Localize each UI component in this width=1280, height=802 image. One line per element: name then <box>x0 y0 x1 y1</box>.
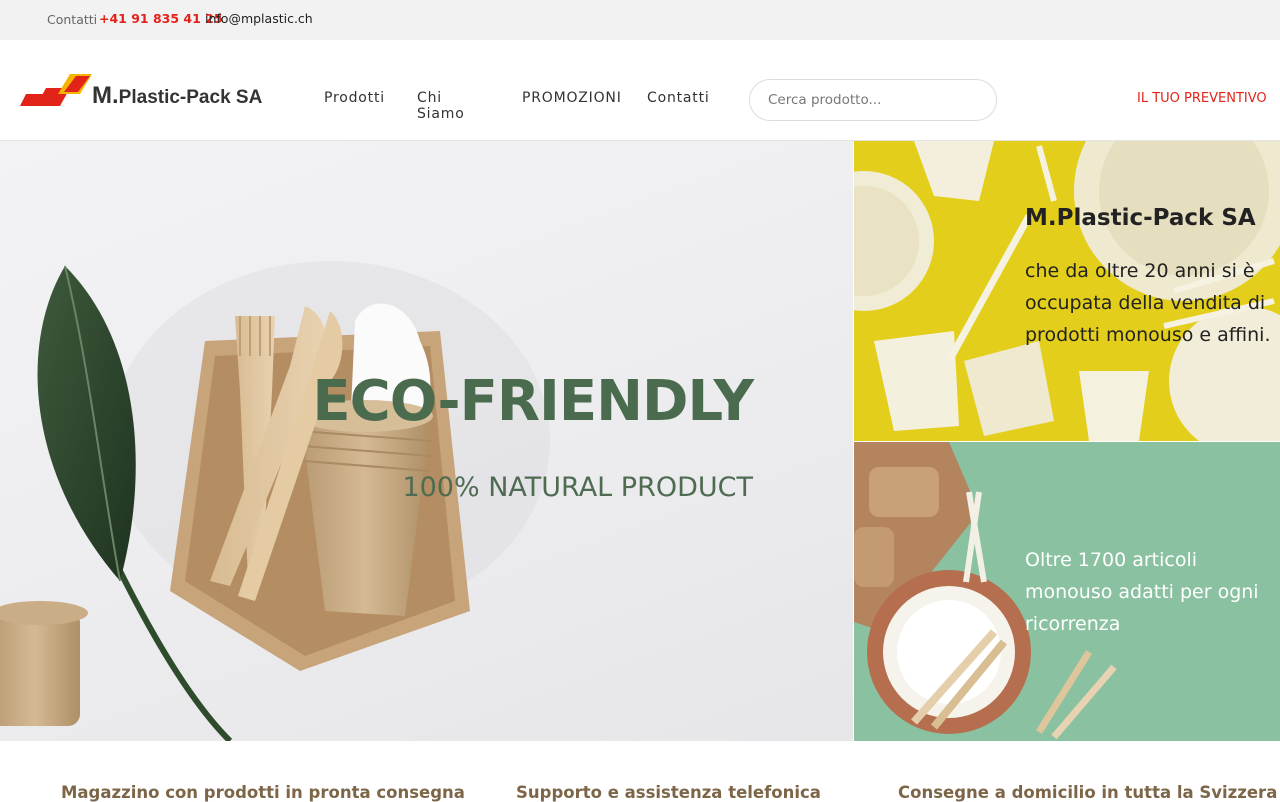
feature-stock: Magazzino con prodotti in pronta consegn… <box>61 783 465 802</box>
search-input[interactable] <box>749 79 997 121</box>
nav-item-contatti[interactable]: Contatti <box>647 90 710 106</box>
about-title: M.Plastic-Pack SA <box>1025 205 1256 231</box>
about-panel[interactable]: M.Plastic-Pack SA che da oltre 20 anni s… <box>854 141 1280 441</box>
logo-mark-icon <box>20 74 92 106</box>
nav-item-promozioni[interactable]: PROMOZIONI <box>522 90 622 106</box>
nav-item-prodotti[interactable]: Prodotti <box>324 90 385 106</box>
features-strip: Magazzino con prodotti in pronta consegn… <box>0 741 1280 802</box>
nav-item-chi-siamo[interactable]: Chi Siamo <box>417 90 465 122</box>
catalog-panel[interactable]: Oltre 1700 articoli monouso adatti per o… <box>854 442 1280 741</box>
quote-link[interactable]: IL TUO PREVENTIVO <box>1137 91 1267 106</box>
catalog-text: Oltre 1700 articoli monouso adatti per o… <box>1025 549 1259 635</box>
top-bar: Contatti +41 91 835 41 25 info@mplastic.… <box>0 0 1280 40</box>
hero-image <box>0 261 550 741</box>
company-logo[interactable]: M.Plastic-Pack SA <box>20 70 290 114</box>
hero-banner[interactable]: ECO-FRIENDLY 100% NATURAL PRODUCT <box>0 141 853 741</box>
email-link[interactable]: info@mplastic.ch <box>205 11 313 26</box>
site-header: M.Plastic-Pack SA Prodotti Chi Siamo PRO… <box>0 40 1280 141</box>
logo-text: M.Plastic-Pack SA <box>92 82 263 109</box>
feature-delivery: Consegne a domicilio in tutta la Svizzer… <box>898 783 1278 802</box>
hero-title: ECO-FRIENDLY <box>312 369 754 434</box>
about-text: che da oltre 20 anni si è occupata della… <box>1025 260 1271 346</box>
contacts-label: Contatti <box>47 12 98 27</box>
hero-subtitle: 100% NATURAL PRODUCT <box>402 472 753 503</box>
feature-support: Supporto e assistenza telefonica <box>516 783 821 802</box>
